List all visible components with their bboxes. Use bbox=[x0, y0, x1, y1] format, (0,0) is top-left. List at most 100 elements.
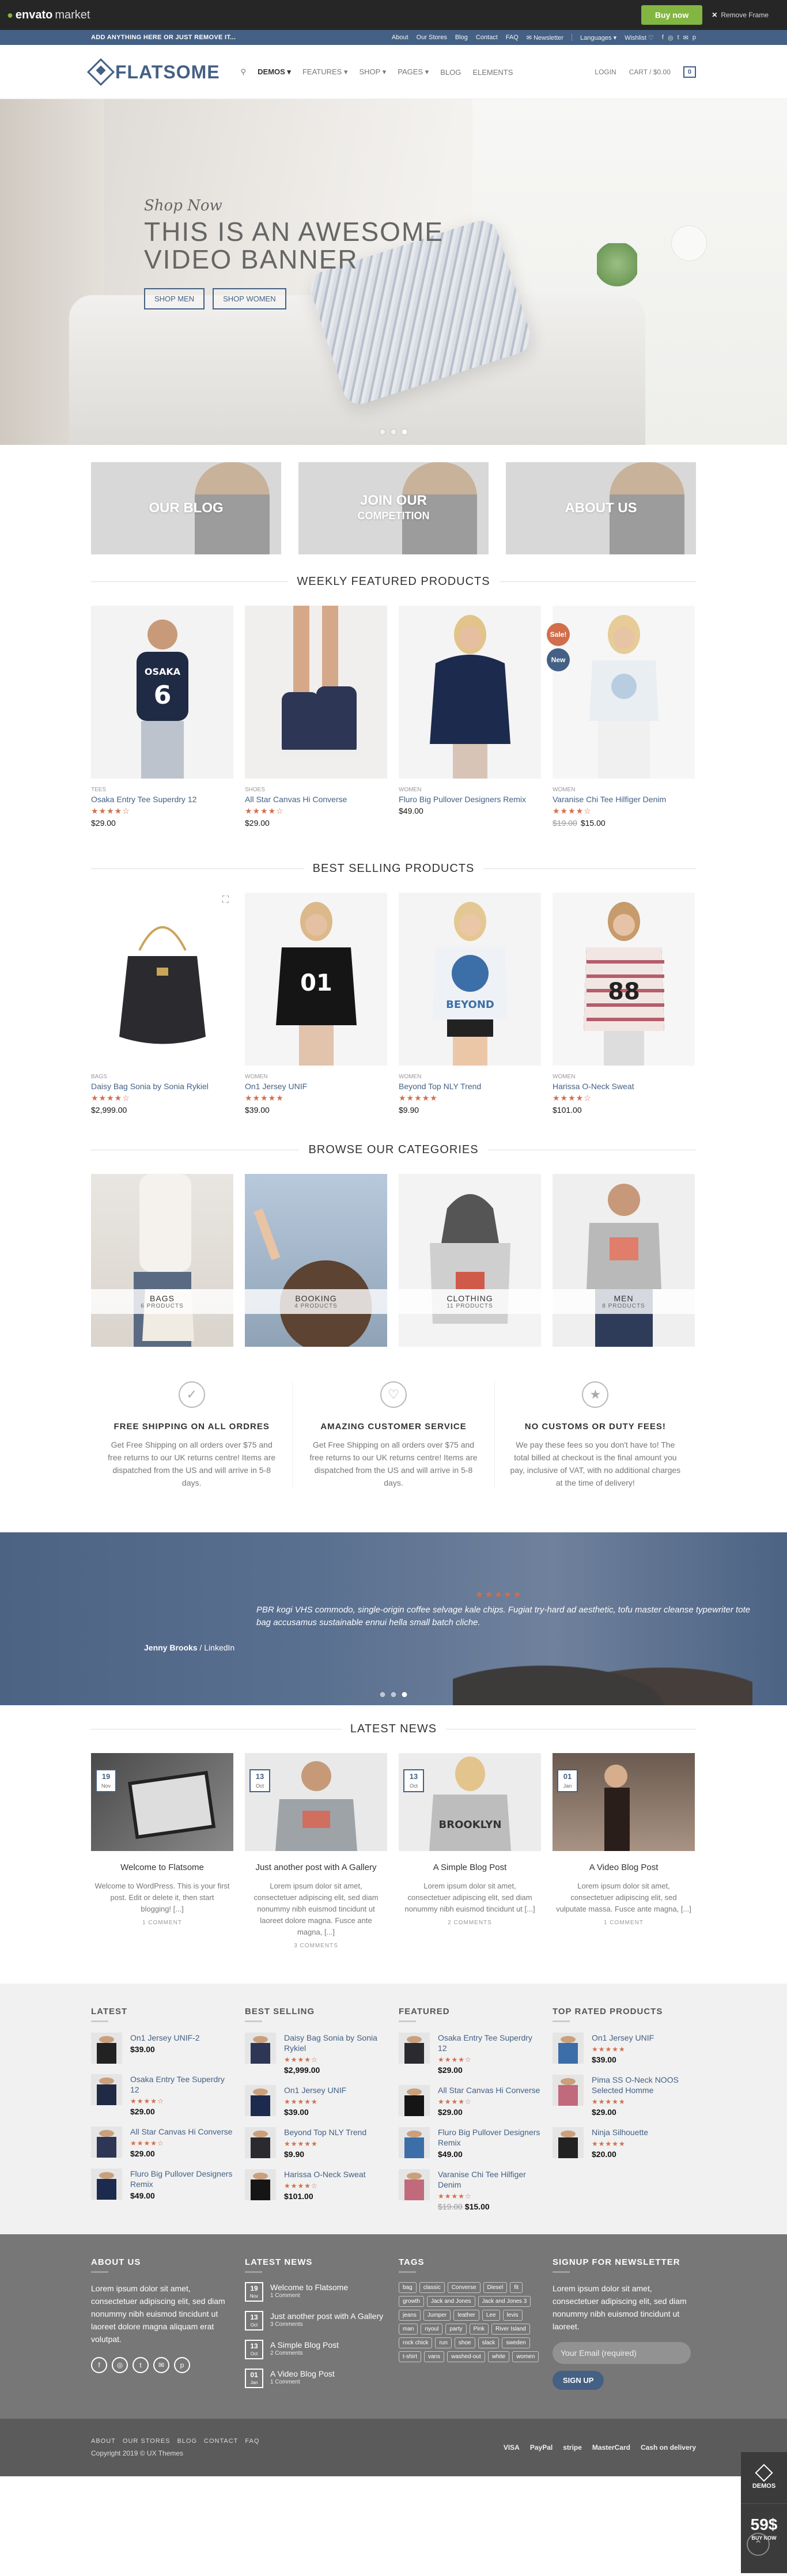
product-card[interactable]: OSAKA 6 TEES Osaka Entry Tee Superdry 12 … bbox=[91, 606, 233, 828]
category-card-clothing[interactable]: CLOTHING 11 PRODUCTS bbox=[399, 1174, 541, 1347]
facebook-icon[interactable]: f bbox=[91, 2357, 107, 2373]
product-thumbnail[interactable] bbox=[399, 2127, 430, 2158]
product-list-item[interactable]: All Star Canvas Hi Converse ★★★★☆ $29.00 bbox=[91, 2126, 233, 2158]
footer-news-item[interactable]: 01 Jan A Video Blog Post 1 Comment bbox=[245, 2369, 387, 2388]
tag-link[interactable]: Pink bbox=[469, 2324, 489, 2335]
slider-dot[interactable] bbox=[380, 1692, 385, 1697]
top-link-newsletter[interactable]: ✉ Newsletter bbox=[527, 34, 563, 41]
top-link-about[interactable]: About bbox=[392, 34, 408, 41]
tag-link[interactable]: leather bbox=[453, 2310, 479, 2321]
blog-post-card[interactable]: BROOKLYN 13 Oct A Simple Blog Post Lorem … bbox=[399, 1753, 541, 1949]
tag-link[interactable]: bag bbox=[399, 2282, 417, 2293]
banner-competition[interactable]: JOIN OUR COMPETITION bbox=[298, 462, 489, 554]
cart-link[interactable]: CART / $0.00 bbox=[629, 68, 671, 76]
tag-link[interactable]: t-shirt bbox=[399, 2351, 421, 2362]
product-list-item[interactable]: Ninja Silhouette ★★★★★ $20.00 bbox=[553, 2127, 695, 2159]
product-thumbnail[interactable] bbox=[91, 2169, 122, 2200]
nav-features[interactable]: FEATURES ▾ bbox=[302, 67, 348, 77]
tag-link[interactable]: growth bbox=[399, 2296, 425, 2307]
tag-link[interactable]: party bbox=[445, 2324, 467, 2335]
pinterest-icon[interactable]: p bbox=[174, 2357, 190, 2373]
product-thumbnail[interactable] bbox=[553, 2033, 584, 2064]
product-thumbnail[interactable] bbox=[399, 2169, 430, 2200]
tag-link[interactable]: Jack and Jones 3 bbox=[478, 2296, 531, 2307]
post-title[interactable]: Welcome to Flatsome bbox=[91, 1861, 233, 1874]
top-link-contact[interactable]: Contact bbox=[476, 34, 498, 41]
tag-link[interactable]: man bbox=[399, 2324, 418, 2335]
product-name[interactable]: All Star Canvas Hi Converse bbox=[130, 2126, 232, 2137]
product-list-item[interactable]: Daisy Bag Sonia by Sonia Rykiel ★★★★☆ $2,9… bbox=[245, 2033, 387, 2075]
product-name[interactable]: Varanise Chi Tee Hilfiger Denim bbox=[438, 2169, 541, 2190]
post-image[interactable]: 13 Oct bbox=[245, 1753, 387, 1851]
tag-link[interactable]: levis bbox=[502, 2310, 523, 2321]
footer-link-faq[interactable]: FAQ bbox=[245, 2438, 259, 2445]
product-list-item[interactable]: Fluro Big Pullover Designers Remix $49.00 bbox=[91, 2169, 233, 2200]
twitter-icon[interactable]: t bbox=[678, 34, 679, 41]
product-list-item[interactable]: Beyond Top NLY Trend ★★★★★ $9.90 bbox=[245, 2127, 387, 2159]
category-card-men[interactable]: MEN 8 PRODUCTS bbox=[553, 1174, 695, 1347]
footer-link-contact[interactable]: CONTACT bbox=[204, 2438, 238, 2445]
post-image[interactable]: BROOKLYN 13 Oct bbox=[399, 1753, 541, 1851]
product-card[interactable]: 01 WOMEN On1 Jersey UNIF ★★★★★ $39.00 bbox=[245, 893, 387, 1115]
blog-post-card[interactable]: 19 Nov Welcome to Flatsome Welcome to Wor… bbox=[91, 1753, 233, 1949]
category-card-booking[interactable]: BOOKING 4 PRODUCTS bbox=[245, 1174, 387, 1347]
post-image[interactable]: 01 Jan bbox=[553, 1753, 695, 1851]
product-card[interactable]: Sale! New WOMEN Varanise Chi Tee Hilfige… bbox=[547, 606, 695, 828]
product-name[interactable]: On1 Jersey UNIF bbox=[284, 2085, 346, 2095]
product-list-item[interactable]: Varanise Chi Tee Hilfiger Denim ★★★★☆ $19.… bbox=[399, 2169, 541, 2211]
post-comments[interactable]: 2 COMMENTS bbox=[399, 1920, 541, 1926]
pinterest-icon[interactable]: p bbox=[693, 34, 696, 41]
tag-link[interactable]: Converse bbox=[447, 2282, 480, 2293]
footer-news-item[interactable]: 13 Oct Just another post with A Gallery 3 C… bbox=[245, 2311, 387, 2331]
product-image[interactable]: OSAKA 6 bbox=[91, 606, 233, 779]
footer-news-title-item[interactable]: A Simple Blog Post bbox=[270, 2340, 339, 2350]
product-thumbnail[interactable] bbox=[245, 2169, 276, 2200]
product-name[interactable]: Osaka Entry Tee Superdry 12 bbox=[438, 2033, 541, 2053]
twitter-icon[interactable]: t bbox=[133, 2357, 149, 2373]
product-list-item[interactable]: Osaka Entry Tee Superdry 12 ★★★★☆ $29.00 bbox=[91, 2074, 233, 2116]
banner-about[interactable]: ABOUT US bbox=[506, 462, 696, 554]
login-link[interactable]: LOGIN bbox=[595, 68, 616, 76]
product-name[interactable]: On1 Jersey UNIF bbox=[592, 2033, 654, 2043]
demos-widget[interactable]: DEMOS 59$ BUY NOW bbox=[741, 2452, 787, 2573]
product-list-item[interactable]: On1 Jersey UNIF ★★★★★ $39.00 bbox=[553, 2033, 695, 2064]
product-thumbnail[interactable] bbox=[91, 2074, 122, 2105]
tag-link[interactable]: white bbox=[487, 2351, 510, 2362]
product-name[interactable]: Harissa O-Neck Sweat bbox=[284, 2169, 366, 2180]
blog-post-card[interactable]: 01 Jan A Video Blog Post Lorem ipsum dolo… bbox=[553, 1753, 695, 1949]
post-title[interactable]: A Video Blog Post bbox=[553, 1861, 695, 1874]
product-name[interactable]: All Star Canvas Hi Converse bbox=[245, 795, 387, 804]
product-name[interactable]: Daisy Bag Sonia by Sonia Rykiel bbox=[284, 2033, 387, 2053]
product-name[interactable]: Daisy Bag Sonia by Sonia Rykiel bbox=[91, 1082, 233, 1091]
post-title[interactable]: A Simple Blog Post bbox=[399, 1861, 541, 1874]
product-list-item[interactable]: On1 Jersey UNIF ★★★★★ $39.00 bbox=[245, 2085, 387, 2117]
site-logo[interactable]: FLATSOME bbox=[86, 58, 220, 86]
footer-link-blog[interactable]: BLOG bbox=[177, 2438, 197, 2445]
banner-blog[interactable]: OUR BLOG bbox=[91, 462, 281, 554]
tag-link[interactable]: Jumper bbox=[423, 2310, 451, 2321]
top-link-faq[interactable]: FAQ bbox=[506, 34, 519, 41]
footer-news-item[interactable]: 13 Oct A Simple Blog Post 2 Comments bbox=[245, 2340, 387, 2359]
product-card[interactable]: WOMEN Fluro Big Pullover Designers Remix… bbox=[399, 606, 541, 828]
product-card[interactable]: SHOES All Star Canvas Hi Converse ★★★★☆ … bbox=[245, 606, 387, 828]
product-thumbnail[interactable] bbox=[245, 2033, 276, 2064]
product-name[interactable]: Fluro Big Pullover Designers Remix bbox=[130, 2169, 233, 2189]
instagram-icon[interactable]: ◎ bbox=[112, 2357, 128, 2373]
product-thumbnail[interactable] bbox=[91, 2126, 122, 2158]
product-list-item[interactable]: On1 Jersey UNIF-2 $39.00 bbox=[91, 2033, 233, 2064]
product-name[interactable]: Fluro Big Pullover Designers Remix bbox=[399, 795, 541, 804]
cart-count-badge[interactable]: 0 bbox=[683, 66, 696, 78]
product-name[interactable]: On1 Jersey UNIF-2 bbox=[130, 2033, 200, 2043]
tag-link[interactable]: shoe bbox=[454, 2337, 475, 2348]
product-image[interactable] bbox=[399, 606, 541, 779]
product-name[interactable]: Ninja Silhouette bbox=[592, 2127, 648, 2137]
category-card-bags[interactable]: BAGS 6 PRODUCTS bbox=[91, 1174, 233, 1347]
top-link-blog[interactable]: Blog bbox=[455, 34, 468, 41]
product-image[interactable] bbox=[245, 606, 387, 779]
product-list-item[interactable]: Pima SS O-Neck NOOS Selected Homme ★★★★★ $… bbox=[553, 2075, 695, 2117]
product-thumbnail[interactable] bbox=[553, 2127, 584, 2158]
tag-link[interactable]: women bbox=[512, 2351, 539, 2362]
buy-now-button[interactable]: Buy now bbox=[641, 5, 703, 25]
slider-dot-active[interactable] bbox=[402, 429, 407, 435]
product-image[interactable]: 88 bbox=[553, 893, 695, 1066]
